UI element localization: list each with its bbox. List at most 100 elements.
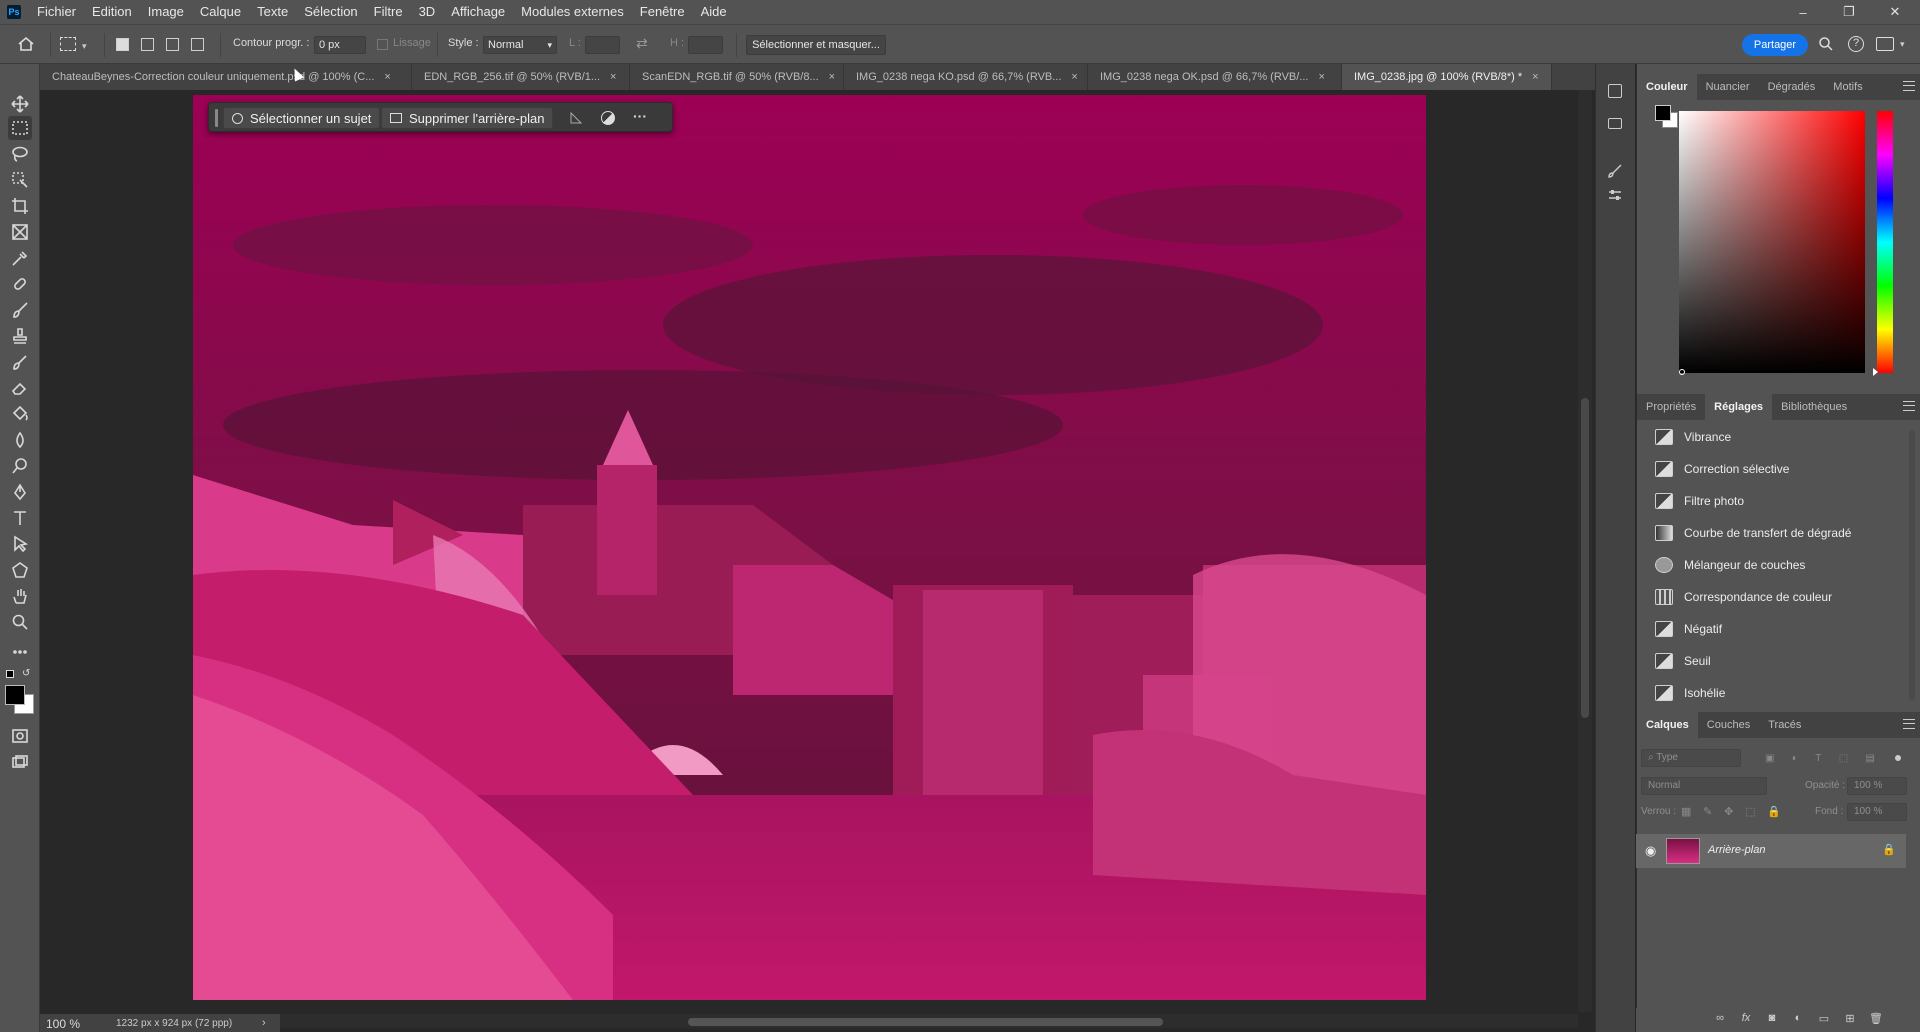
lasso-tool-icon[interactable] — [8, 142, 32, 166]
adjustment-posterize[interactable]: Isohélie — [1655, 677, 1725, 709]
tab-traces[interactable]: Tracés — [1759, 712, 1810, 738]
chevron-down-icon[interactable]: ▾ — [1900, 39, 1905, 50]
menu-3d[interactable]: 3D — [411, 0, 444, 24]
opacity-input[interactable]: 100 % — [1847, 777, 1907, 795]
swap-colors-icon[interactable]: ↺ — [22, 668, 30, 679]
tab-img0238-nega-ok[interactable]: IMG_0238 nega OK.psd @ 66,7% (RVB/... × — [1088, 64, 1342, 90]
style-select[interactable]: Normal ▾ — [483, 36, 557, 54]
tab-img0238-jpg[interactable]: IMG_0238.jpg @ 100% (RVB/8*) * × — [1342, 64, 1552, 90]
properties-sliders-icon[interactable] — [1608, 188, 1622, 202]
adjustment-selective-color[interactable]: Correction sélective — [1655, 453, 1789, 485]
shape-tool-icon[interactable] — [8, 558, 32, 582]
subtract-selection-icon[interactable] — [166, 38, 179, 51]
adjustment-channel-mixer[interactable]: Mélangeur de couches — [1655, 549, 1805, 581]
adjustment-invert[interactable]: Négatif — [1655, 613, 1722, 645]
clone-stamp-tool-icon[interactable] — [8, 324, 32, 348]
chevron-down-icon[interactable]: ▾ — [82, 41, 87, 52]
panel-menu-icon[interactable] — [1903, 81, 1915, 91]
shape-filter-icon[interactable]: ⬚ — [1839, 753, 1848, 765]
hue-slider-handle[interactable] — [1873, 368, 1878, 376]
menu-image[interactable]: Image — [140, 0, 192, 24]
tab-degrades[interactable]: Dégradés — [1759, 74, 1825, 100]
swap-icon[interactable]: ⇄ — [636, 35, 648, 52]
close-icon[interactable]: × — [1071, 71, 1077, 83]
adjustments-scrollbar[interactable] — [1909, 430, 1915, 700]
tab-img0238-nega-ko[interactable]: IMG_0238 nega KO.psd @ 66,7% (RVB... × — [844, 64, 1088, 90]
crop-tool-icon[interactable] — [8, 194, 32, 218]
help-icon[interactable]: ? — [1848, 36, 1864, 52]
comments-icon[interactable] — [1608, 118, 1622, 129]
intersect-selection-icon[interactable] — [191, 38, 204, 51]
adjustment-color-lookup[interactable]: Correspondance de couleur — [1655, 581, 1832, 613]
type-filter-icon[interactable]: T — [1815, 753, 1821, 765]
tab-couches[interactable]: Couches — [1698, 712, 1759, 738]
close-window-button[interactable]: ✕ — [1872, 0, 1918, 24]
vertical-scroll-thumb[interactable] — [1581, 398, 1589, 718]
panel-menu-icon[interactable] — [1903, 401, 1915, 411]
new-layer-icon[interactable]: ⊞ — [1842, 1012, 1858, 1026]
remove-background-button[interactable]: Supprimer l'arrière-plan — [381, 107, 554, 129]
adjustment-filter-icon[interactable]: ◐ — [1792, 753, 1798, 765]
marquee-tool-icon[interactable] — [8, 116, 32, 140]
pixel-filter-icon[interactable]: ▣ — [1765, 753, 1774, 765]
close-icon[interactable]: × — [1532, 71, 1538, 83]
more-tools-icon[interactable] — [8, 640, 32, 664]
menu-calque[interactable]: Calque — [192, 0, 249, 24]
adjustment-threshold[interactable]: Seuil — [1655, 645, 1711, 677]
fill-input[interactable]: 100 % — [1847, 803, 1907, 821]
tab-couleur[interactable]: Couleur — [1637, 74, 1697, 100]
adjustment-gradient-map[interactable]: Courbe de transfert de dégradé — [1655, 517, 1851, 549]
tab-chateaubeynes[interactable]: ChateauBeynes-Correction couleur uniquem… — [40, 64, 412, 90]
add-mask-icon[interactable]: ◙ — [1764, 1012, 1780, 1026]
new-adjustment-icon[interactable]: ◐ — [1790, 1012, 1806, 1026]
blur-tool-icon[interactable] — [8, 428, 32, 452]
document-image[interactable] — [193, 95, 1426, 1000]
lock-icons[interactable]: ▦ ✎ ✥ ⬚ 🔒 — [1681, 805, 1781, 818]
color-picker-cursor[interactable] — [1679, 369, 1685, 375]
more-options-icon[interactable]: ··· — [633, 108, 647, 124]
search-icon[interactable] — [1818, 36, 1834, 52]
tab-proprietes[interactable]: Propriétés — [1637, 394, 1705, 420]
home-icon[interactable] — [16, 35, 38, 55]
type-tool-icon[interactable] — [8, 506, 32, 530]
menu-fenetre[interactable]: Fenêtre — [632, 0, 693, 24]
dodge-tool-icon[interactable] — [8, 454, 32, 478]
filter-toggle[interactable] — [1895, 755, 1901, 761]
layer-filter-icons[interactable]: ▣ ◐ T ⬚ ▤ — [1765, 753, 1875, 765]
menu-modules-externes[interactable]: Modules externes — [513, 0, 632, 24]
panel-menu-icon[interactable] — [1903, 719, 1915, 729]
chevron-right-icon[interactable]: › — [262, 1017, 266, 1029]
hand-tool-icon[interactable] — [8, 584, 32, 608]
fx-icon[interactable]: fx — [1738, 1012, 1754, 1026]
paint-bucket-tool-icon[interactable] — [8, 402, 32, 426]
link-layers-icon[interactable]: ∞ — [1712, 1012, 1728, 1026]
feather-input[interactable]: 0 px — [314, 36, 366, 54]
tab-nuancier[interactable]: Nuancier — [1697, 74, 1759, 100]
default-colors-icon[interactable] — [6, 670, 14, 678]
add-selection-icon[interactable] — [141, 38, 154, 51]
adjustment-vibrance[interactable]: Vibrance — [1655, 421, 1731, 453]
smart-object-filter-icon[interactable]: ▤ — [1866, 753, 1875, 765]
close-icon[interactable]: × — [829, 71, 835, 83]
foreground-color-swatch[interactable] — [5, 685, 25, 705]
eyedropper-tool-icon[interactable] — [8, 246, 32, 270]
select-and-mask-button[interactable]: Sélectionner et masquer... — [746, 35, 886, 55]
foreground-color-swatch[interactable] — [1655, 105, 1671, 121]
lock-artboard-icon[interactable]: ⬚ — [1745, 805, 1755, 818]
layer-filter-select[interactable]: ⌕ Type — [1641, 749, 1741, 767]
marquee-preset-icon[interactable] — [60, 37, 76, 51]
layer-row[interactable]: ◉ Arrière-plan 🔒 — [1636, 834, 1906, 868]
antialias-checkbox[interactable] — [377, 39, 388, 50]
height-input[interactable] — [688, 36, 723, 54]
lock-transparent-icon[interactable]: ▦ — [1681, 805, 1691, 818]
maximize-button[interactable]: ❐ — [1826, 0, 1872, 24]
new-selection-icon[interactable] — [116, 38, 129, 51]
screen-mode-icon[interactable] — [8, 750, 32, 774]
quick-mask-icon[interactable] — [8, 724, 32, 748]
close-icon[interactable]: × — [1318, 71, 1324, 83]
frame-tool-icon[interactable] — [8, 220, 32, 244]
menu-fichier[interactable]: Fichier — [29, 0, 84, 24]
menu-filtre[interactable]: Filtre — [366, 0, 411, 24]
minimize-button[interactable]: – — [1780, 0, 1826, 24]
menu-texte[interactable]: Texte — [249, 0, 296, 24]
